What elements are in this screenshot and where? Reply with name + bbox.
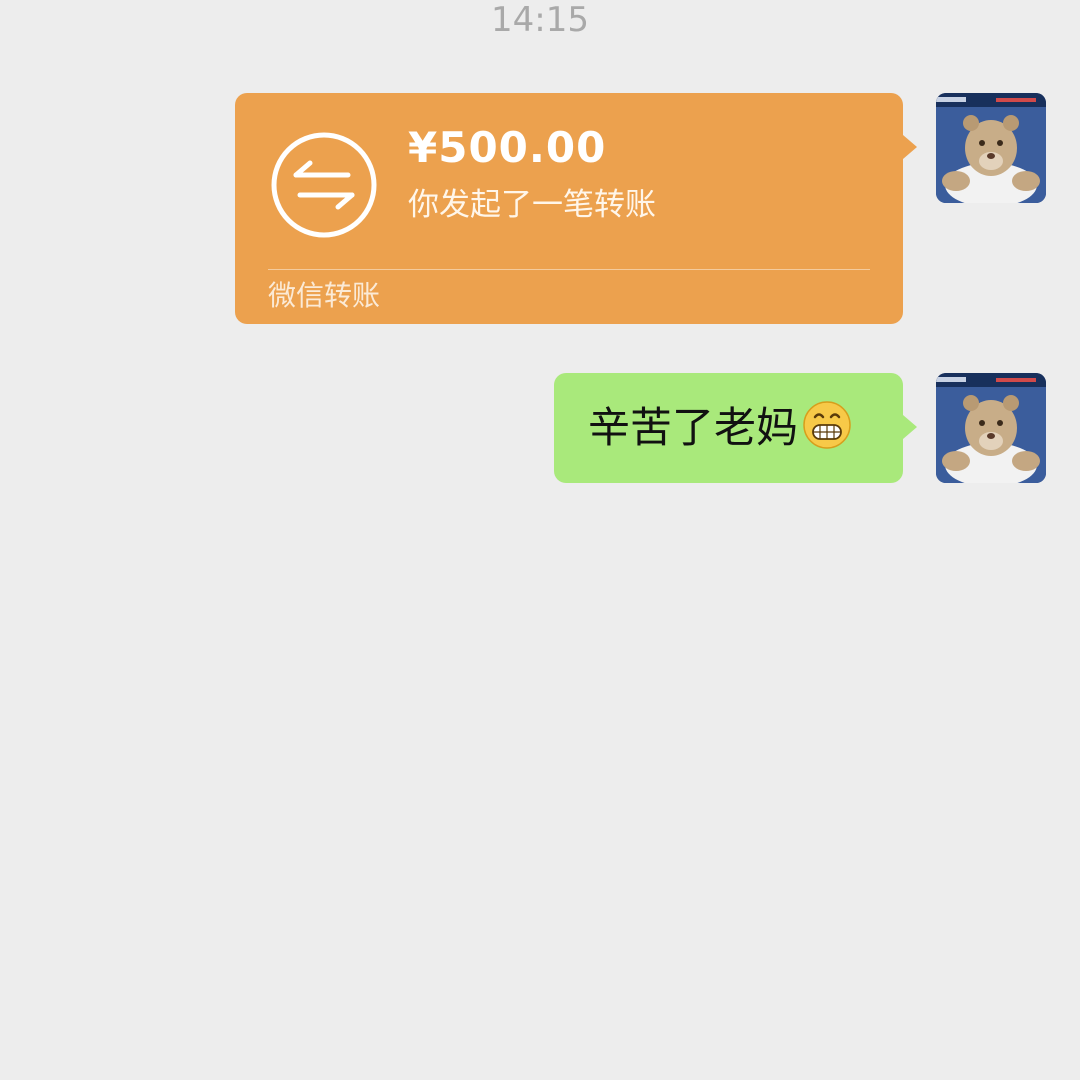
transfer-footer-label: 微信转账 — [268, 279, 381, 312]
sender-avatar[interactable] — [936, 373, 1046, 483]
transfer-amount: ¥500.00 — [408, 123, 607, 172]
sender-avatar[interactable] — [936, 93, 1046, 203]
transfer-divider — [268, 269, 870, 270]
transfer-message-bubble[interactable]: ¥500.00 你发起了一笔转账 微信转账 — [235, 93, 917, 324]
text-message-bubble[interactable]: 辛苦了老妈 — [554, 373, 917, 483]
grinning-face-emoji-icon — [802, 400, 852, 450]
message-timestamp: 14:15 — [491, 0, 589, 40]
transfer-description: 你发起了一笔转账 — [408, 187, 656, 223]
chat-window: 14:15 ¥500.00 你发起了一笔转账 微信转账 辛苦了老妈 — [0, 0, 1080, 1080]
transfer-arrows-icon — [268, 129, 380, 241]
text-message-text: 辛苦了老妈 — [588, 403, 799, 452]
text-message-content: 辛苦了老妈 — [588, 400, 852, 456]
